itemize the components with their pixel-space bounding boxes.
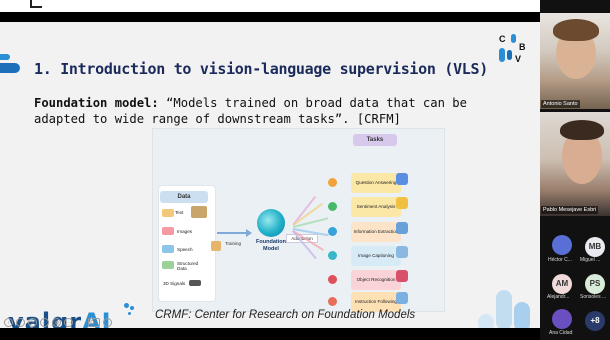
structured-data-icon: [162, 261, 174, 269]
corner-bracket-icon: [30, 0, 42, 8]
task-question-answering: Question Answering: [351, 173, 401, 193]
title-bullet-icon: [0, 54, 20, 78]
image-icon: [162, 227, 174, 235]
data-item-images: Images: [177, 229, 193, 234]
logo-letter-c: C: [499, 34, 506, 44]
data-title: Data: [160, 191, 208, 203]
foundation-model-figure: Data Text Images Speech Structured Data …: [152, 128, 445, 312]
video-tile[interactable]: [540, 13, 610, 109]
speech-icon: [162, 245, 174, 253]
figure-caption: CRMF: Center for Research on Foundation …: [155, 309, 416, 321]
video-tile[interactable]: [540, 112, 610, 216]
task-dot-icon: [328, 227, 337, 236]
grid-icon[interactable]: ▦: [52, 318, 61, 327]
more-participants-button[interactable]: +8: [585, 311, 605, 331]
slide-body: Foundation model: “Models trained on bro…: [34, 95, 504, 127]
previous-icon[interactable]: ‹: [4, 318, 13, 327]
search-icon[interactable]: ⌕: [40, 318, 49, 327]
training-arrow: [217, 232, 247, 234]
task-dot-icon: [328, 275, 337, 284]
picture-icon: [396, 246, 408, 258]
task-dot-icon: [328, 297, 337, 306]
signal-icon: [189, 280, 201, 286]
decoration-shape: [496, 290, 512, 328]
training-label: Training: [224, 241, 242, 246]
task-object-recognition: Object Recognition: [351, 270, 401, 290]
task-information-extraction: Information Extraction: [351, 222, 401, 242]
task-sentiment-analysis: Sentiment Analysis: [351, 197, 401, 217]
body-term: Foundation model:: [34, 96, 159, 110]
foundation-model-icon: [257, 209, 285, 237]
presentation-slide: 1. Introduction to vision-language super…: [0, 22, 540, 328]
cvb-logo: C B V: [497, 34, 533, 78]
map-icon: [396, 292, 408, 304]
captions-button[interactable]: CC: [88, 318, 100, 327]
question-icon: [396, 173, 408, 185]
tasks-title: Tasks: [353, 134, 397, 146]
pen-icon[interactable]: ✎: [28, 318, 37, 327]
arrow-head-icon: [246, 229, 252, 237]
logo-dot-icon: [130, 306, 134, 310]
decoration-shape: [514, 302, 530, 328]
slide-title: 1. Introduction to vision-language super…: [34, 60, 489, 78]
participant-name: Antonio Santo: [541, 100, 580, 108]
object-icon: [396, 270, 408, 282]
logo-dot-icon: [128, 312, 131, 315]
top-bar: [0, 0, 540, 12]
avatar[interactable]: [552, 309, 572, 329]
more-icon[interactable]: ⋯: [64, 318, 73, 327]
next-icon[interactable]: ›: [16, 318, 25, 327]
task-image-captioning: Image Captioning: [351, 246, 401, 266]
avatar-label: Héctor C...: [548, 257, 572, 263]
logo-dot-icon: [124, 303, 129, 308]
logo-bar: [507, 50, 512, 60]
logo-bar: [499, 48, 505, 62]
player-controls: ‹ › ✎ ⌕ ▦ ⋯ CC ⋯: [4, 318, 112, 328]
logo-letter-v: V: [515, 54, 522, 64]
avatar[interactable]: AM: [552, 274, 572, 294]
options-icon[interactable]: ⋯: [103, 318, 112, 327]
task-dot-icon: [328, 251, 337, 260]
avatar[interactable]: PS: [585, 274, 605, 294]
avatar-label: Miguel ...: [580, 257, 601, 263]
meeting-window: 1. Introduction to vision-language super…: [0, 0, 610, 340]
participant-name: Pablo Mesejave Esbri: [541, 206, 599, 214]
data-item-structured: Structured Data: [177, 261, 199, 271]
avatar[interactable]: MB: [585, 237, 605, 257]
avatar[interactable]: [552, 235, 572, 255]
data-item-text: Text: [175, 210, 184, 215]
task-dot-icon: [328, 202, 337, 211]
decoration-shape: [478, 314, 494, 328]
avatar-label: Alejandr...: [547, 294, 570, 300]
data-item-speech: Speech: [177, 247, 193, 252]
avatar-label: Sonsoles ...: [580, 294, 607, 300]
avatar-label: Ana Cidad: [549, 330, 573, 336]
emoji-icon: [396, 197, 408, 209]
task-dot-icon: [328, 178, 337, 187]
magnifier-icon: [396, 222, 408, 234]
logo-bar: [511, 34, 516, 43]
participant-hair: [553, 19, 599, 41]
book-icon: [191, 206, 207, 218]
data-item-3d: 3D Signals: [163, 281, 186, 286]
text-icon: [162, 209, 174, 217]
participant-hair: [560, 120, 604, 140]
logo-letter-b: B: [519, 42, 526, 52]
